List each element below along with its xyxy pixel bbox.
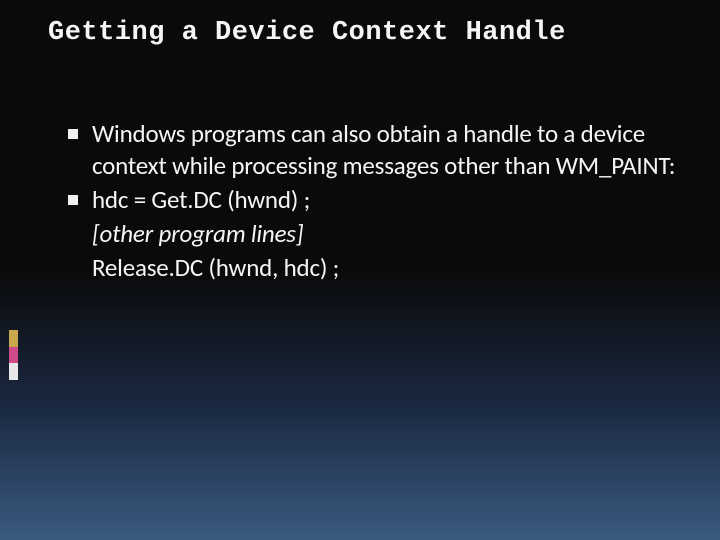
bullet-icon [68, 129, 78, 139]
bullet-icon [68, 195, 78, 205]
slide-content: Windows programs can also obtain a handl… [48, 118, 692, 284]
list-item: [other program lines] [68, 218, 692, 250]
accent-segment-pink [9, 347, 18, 364]
list-item: Windows programs can also obtain a handl… [68, 118, 692, 182]
bullet-text: [other program lines] [92, 218, 303, 250]
bullet-text: Windows programs can also obtain a handl… [92, 118, 692, 182]
bullet-text: hdc = Get.DC (hwnd) ; [92, 184, 310, 216]
list-item: Release.DC (hwnd, hdc) ; [68, 252, 692, 284]
slide: Getting a Device Context Handle Windows … [0, 0, 720, 540]
accent-color-bar [9, 330, 18, 380]
slide-title: Getting a Device Context Handle [48, 18, 692, 48]
accent-segment-gold [9, 330, 18, 347]
list-item: hdc = Get.DC (hwnd) ; [68, 184, 692, 216]
accent-segment-white [9, 363, 18, 380]
bullet-text: Release.DC (hwnd, hdc) ; [92, 252, 339, 284]
